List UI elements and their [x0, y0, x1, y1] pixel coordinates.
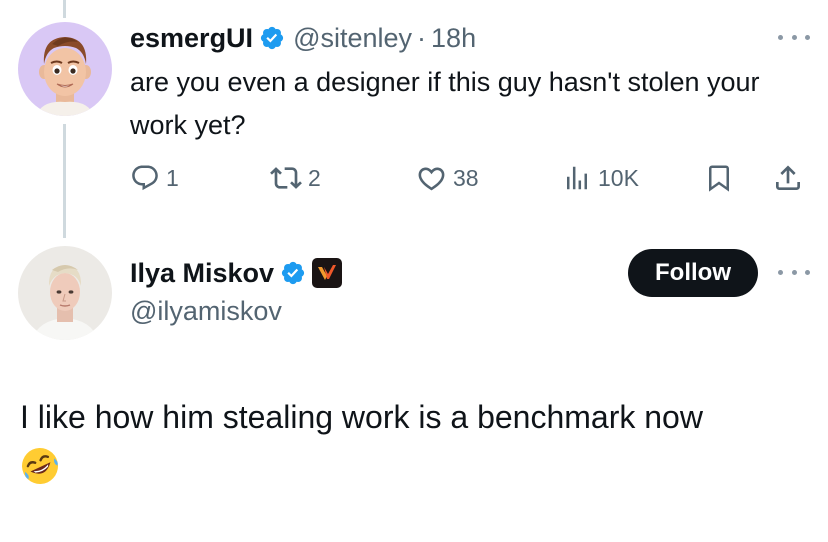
repost-count: 2 [308, 164, 321, 191]
share-icon [776, 165, 800, 190]
display-name[interactable]: esmergUI [130, 23, 253, 54]
verified-badge-icon [259, 25, 285, 51]
rolling-on-floor-laughing-emoji-icon [20, 446, 60, 486]
handle[interactable]: @sitenley [293, 23, 412, 54]
repost-button[interactable]: 2 [270, 160, 321, 196]
tweet-actions: 1 2 38 10K [0, 160, 828, 196]
tweet-text: I like how him stealing work is a benchm… [20, 399, 703, 435]
repost-icon [270, 167, 302, 189]
verified-badge-icon [280, 260, 306, 286]
reply-icon [132, 165, 158, 191]
tweet-header: esmergUI @sitenley · 18h [130, 20, 476, 56]
reply-button[interactable]: 1 [130, 160, 179, 196]
views-button[interactable]: 10K [562, 160, 639, 196]
more-options-icon[interactable] [778, 32, 810, 42]
separator-dot: · [417, 22, 427, 53]
bookmark-button[interactable] [704, 160, 734, 196]
views-count: 10K [598, 164, 639, 191]
bookmark-icon [709, 165, 729, 192]
handle[interactable]: @ilyamiskov [130, 296, 282, 327]
reply-count: 1 [166, 164, 179, 191]
timestamp[interactable]: 18h [431, 23, 476, 54]
display-name[interactable]: Ilya Miskov [130, 258, 274, 289]
affiliation-badge-icon[interactable] [312, 258, 343, 288]
thread-line [63, 0, 66, 18]
like-icon [418, 167, 445, 190]
follow-button[interactable]: Follow [628, 249, 758, 297]
views-icon [567, 166, 587, 190]
more-options-icon[interactable] [778, 267, 810, 277]
like-button[interactable]: 38 [416, 160, 479, 196]
avatar[interactable] [18, 246, 112, 340]
like-count: 38 [453, 164, 479, 191]
avatar[interactable] [18, 22, 112, 116]
tweet-text: are you even a designer if this guy hasn… [130, 67, 760, 140]
share-button[interactable] [772, 160, 804, 196]
tweet-header: Ilya Miskov [130, 254, 343, 292]
